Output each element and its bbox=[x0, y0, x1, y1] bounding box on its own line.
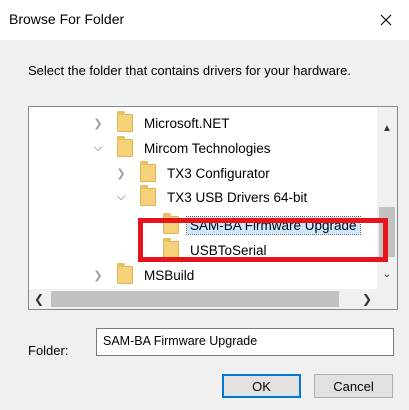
scroll-down-arrow-icon[interactable]: ⌄ bbox=[377, 265, 397, 283]
tree-item-sam-ba-firmware-upgrade[interactable]: SAM-BA Firmware Upgrade bbox=[137, 213, 361, 237]
folder-icon bbox=[140, 161, 156, 182]
tree-item-label: Microsoft.NET bbox=[144, 115, 230, 131]
tree-item-label: USBToSerial bbox=[190, 242, 267, 258]
horizontal-scrollbar[interactable]: ❮ ❯ bbox=[29, 289, 377, 309]
title-bar: Browse For Folder bbox=[0, 0, 409, 40]
tree-item-label: Mircom Technologies bbox=[144, 140, 271, 156]
folder-field-label: Folder: bbox=[28, 343, 69, 358]
tree-item-tx3-usb-drivers[interactable]: ⌵ TX3 USB Drivers 64-bit bbox=[114, 185, 310, 209]
instruction-text: Select the folder that contains drivers … bbox=[28, 63, 351, 78]
scrollbar-corner bbox=[377, 289, 397, 309]
folder-icon bbox=[117, 263, 133, 284]
folder-icon bbox=[117, 136, 133, 157]
window-title: Browse For Folder bbox=[9, 11, 125, 27]
tree-item-msbuild[interactable]: ❯ MSBuild bbox=[91, 263, 197, 287]
vertical-scroll-thumb[interactable] bbox=[379, 207, 395, 257]
folder-icon bbox=[140, 185, 156, 206]
tree-item-usbtoserial[interactable]: USBToSerial bbox=[137, 238, 270, 262]
vertical-scrollbar[interactable]: ▲ ⌄ bbox=[377, 107, 397, 289]
tree-item-label: TX3 USB Drivers 64-bit bbox=[167, 189, 308, 205]
browse-for-folder-dialog: Browse For Folder Select the folder that… bbox=[0, 0, 409, 410]
tree-item-label: MSBuild bbox=[144, 267, 195, 283]
horizontal-scroll-thumb[interactable] bbox=[51, 291, 339, 307]
scroll-left-arrow-icon[interactable]: ❮ bbox=[29, 289, 49, 309]
ok-button[interactable]: OK bbox=[222, 374, 301, 398]
tree-item-label: TX3 Configurator bbox=[167, 165, 270, 181]
close-button[interactable] bbox=[363, 0, 409, 40]
cancel-button[interactable]: Cancel bbox=[314, 374, 393, 398]
chevron-down-icon[interactable]: ⌵ bbox=[91, 141, 105, 155]
folder-tree-content: ❯ Microsoft.NET ⌵ Mircom Technologies ❯ … bbox=[29, 107, 377, 289]
folder-icon bbox=[163, 213, 179, 234]
folder-icon bbox=[117, 111, 133, 132]
chevron-right-icon[interactable]: ❯ bbox=[91, 268, 105, 282]
scroll-right-arrow-icon[interactable]: ❯ bbox=[357, 289, 377, 309]
scroll-up-arrow-icon[interactable]: ▲ bbox=[377, 119, 397, 137]
folder-tree[interactable]: ❯ Microsoft.NET ⌵ Mircom Technologies ❯ … bbox=[28, 106, 398, 310]
close-icon bbox=[380, 14, 392, 26]
expander-placeholder bbox=[137, 243, 151, 257]
tree-item-mircom-technologies[interactable]: ⌵ Mircom Technologies bbox=[91, 136, 274, 160]
tree-item-tx3-configurator[interactable]: ❯ TX3 Configurator bbox=[114, 161, 273, 185]
folder-input[interactable]: SAM-BA Firmware Upgrade bbox=[96, 328, 394, 356]
tree-item-label: SAM-BA Firmware Upgrade bbox=[186, 215, 361, 235]
tree-item-microsoft-net[interactable]: ❯ Microsoft.NET bbox=[91, 111, 233, 135]
chevron-right-icon[interactable]: ❯ bbox=[91, 116, 105, 130]
chevron-down-icon[interactable]: ⌵ bbox=[114, 190, 128, 204]
chevron-right-icon[interactable]: ❯ bbox=[114, 166, 128, 180]
folder-icon bbox=[163, 238, 179, 259]
expander-placeholder bbox=[137, 218, 151, 232]
